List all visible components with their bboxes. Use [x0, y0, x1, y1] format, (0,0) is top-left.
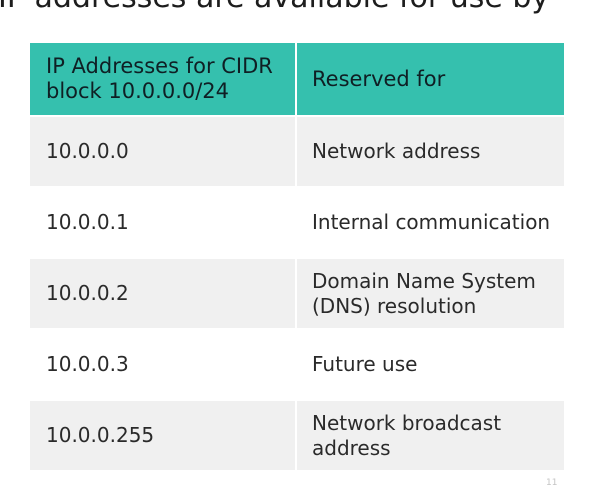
reserved-for-cell: Network broadcast address — [297, 401, 564, 470]
reserved-for-cell: Internal communication — [297, 188, 564, 257]
slide-title: IP addresses are available for use by — [0, 0, 549, 18]
reserved-for-cell: Future use — [297, 330, 564, 399]
reserved-ip-table: IP Addresses for CIDR block 10.0.0.0/24 … — [30, 43, 564, 472]
ip-address-cell: 10.0.0.3 — [30, 330, 295, 399]
ip-address-cell: 10.0.0.255 — [30, 401, 295, 470]
header-reserved-for: Reserved for — [297, 43, 564, 115]
ip-address-cell: 10.0.0.1 — [30, 188, 295, 257]
table-row: 10.0.0.255 Network broadcast address — [30, 401, 564, 470]
header-ip-addresses: IP Addresses for CIDR block 10.0.0.0/24 — [30, 43, 295, 115]
slide: IP addresses are available for use by IP… — [0, 0, 596, 488]
table-header-row: IP Addresses for CIDR block 10.0.0.0/24 … — [30, 43, 564, 115]
table-row: 10.0.0.0 Network address — [30, 117, 564, 186]
slide-watermark: 11 — [546, 478, 558, 488]
ip-address-cell: 10.0.0.2 — [30, 259, 295, 328]
table-row: 10.0.0.2 Domain Name System (DNS) resolu… — [30, 259, 564, 328]
reserved-for-cell: Network address — [297, 117, 564, 186]
ip-address-cell: 10.0.0.0 — [30, 117, 295, 186]
table-row: 10.0.0.1 Internal communication — [30, 188, 564, 257]
table-row: 10.0.0.3 Future use — [30, 330, 564, 399]
reserved-for-cell: Domain Name System (DNS) resolution — [297, 259, 564, 328]
